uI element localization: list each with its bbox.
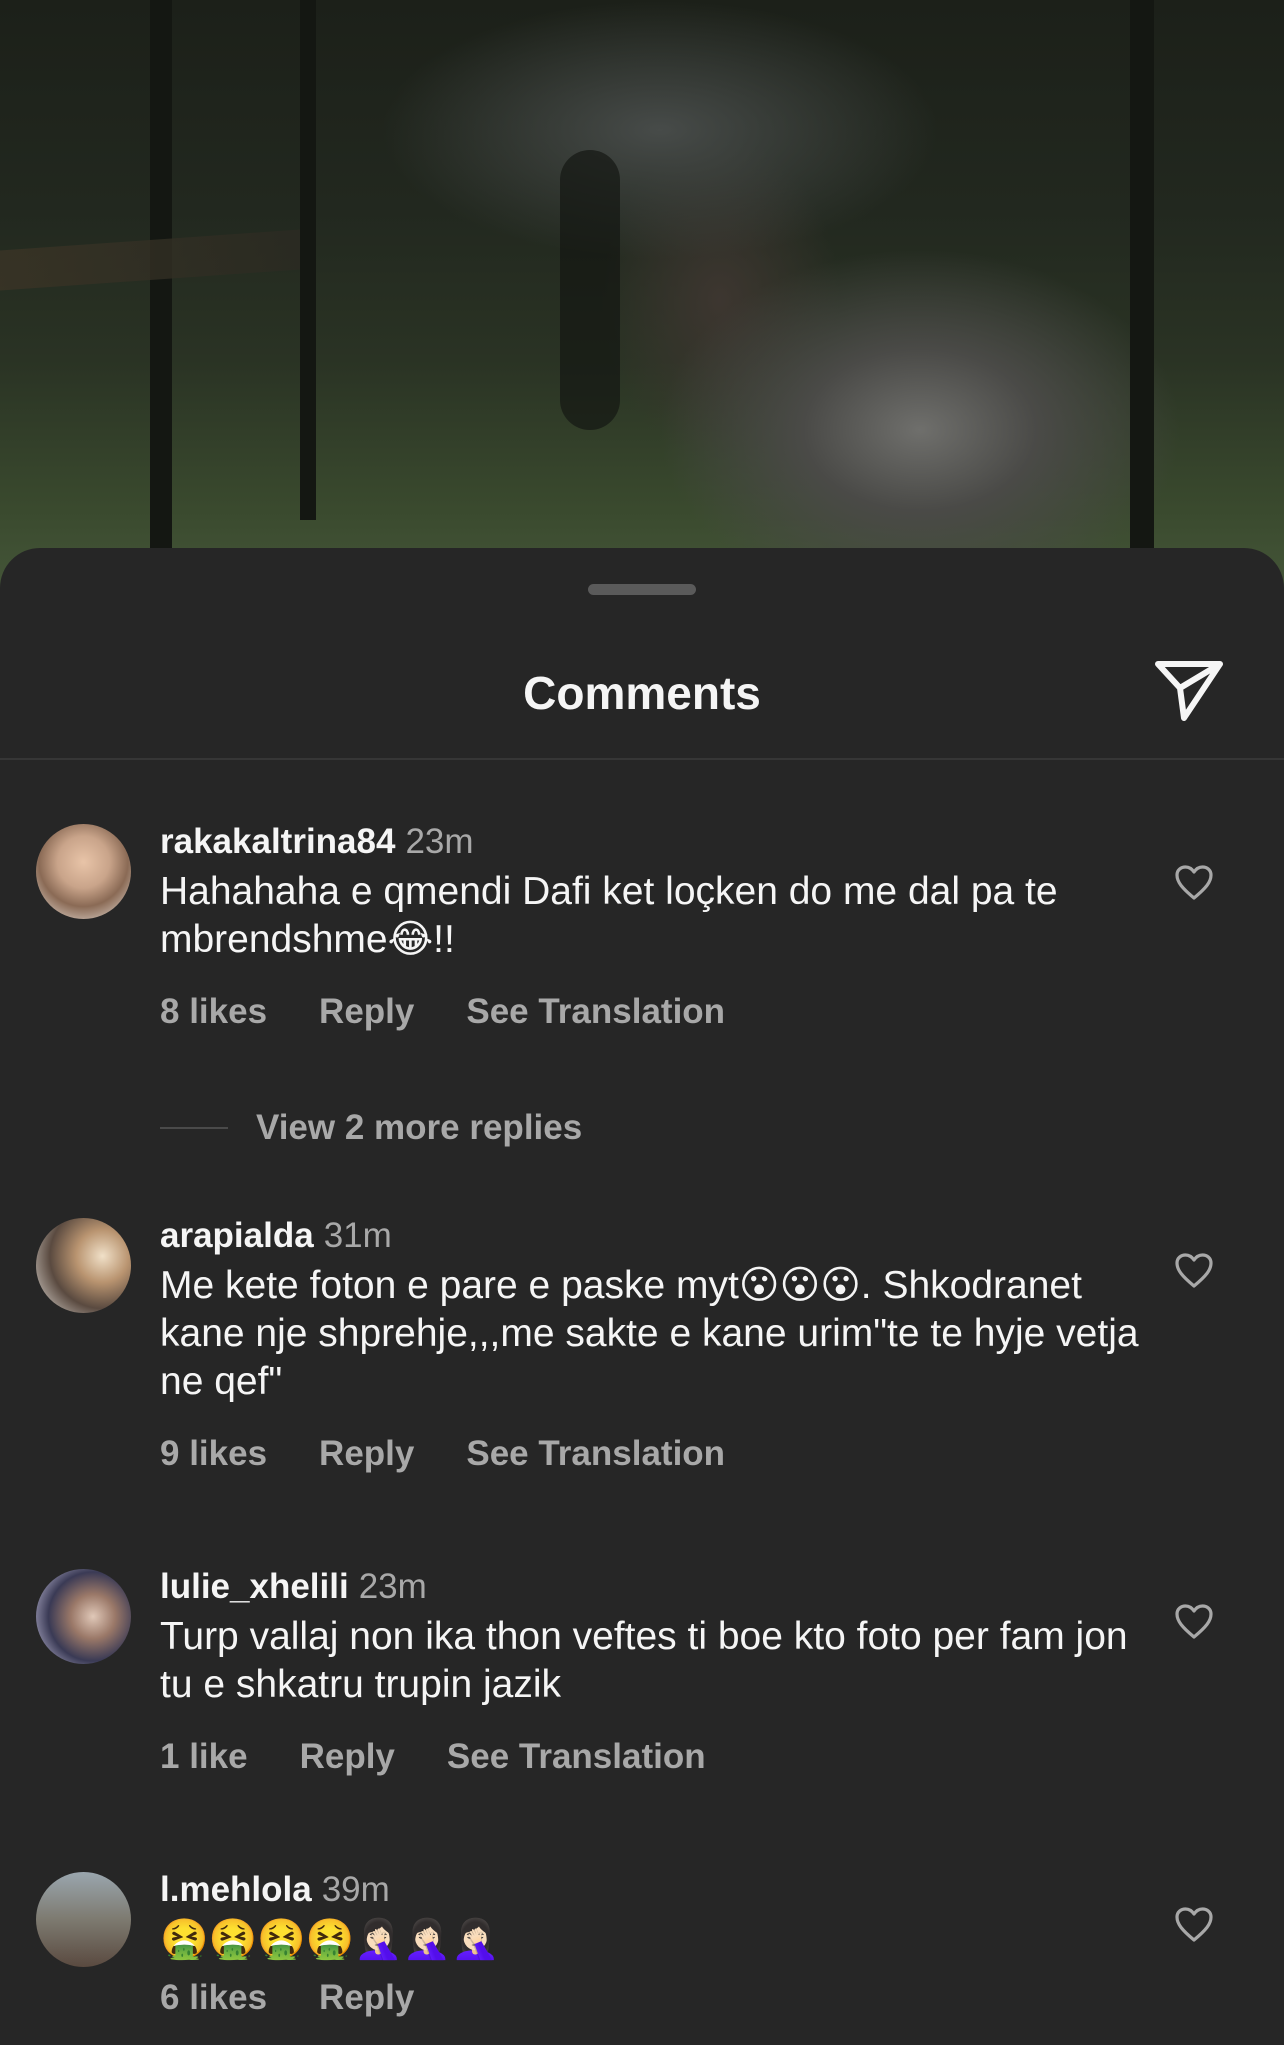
avatar[interactable] [36,1569,131,1664]
avatar[interactable] [36,1218,131,1313]
likes-count[interactable]: 9 likes [160,1434,267,1474]
likes-count[interactable]: 8 likes [160,992,267,1032]
see-translation-button[interactable]: See Translation [466,1434,725,1474]
reply-button[interactable]: Reply [319,1978,414,2018]
avatar[interactable] [36,824,131,919]
comment-text: Hahahaha e qmendi Dafi ket loçken do me … [160,870,1058,961]
comment-time: 23m [358,1567,427,1606]
heart-icon[interactable] [1174,1906,1214,1944]
post-image [0,0,1284,600]
see-translation-button[interactable]: See Translation [447,1737,706,1777]
heart-icon[interactable] [1174,1252,1214,1290]
likes-count[interactable]: 6 likes [160,1978,267,2018]
view-replies[interactable]: View 2 more replies [160,1108,582,1148]
comment-username[interactable]: arapialda [160,1216,314,1255]
sky-area [380,0,940,260]
avatar[interactable] [36,1872,131,1967]
comment-username[interactable]: l.mehlola [160,1870,312,1909]
comment-username[interactable]: lulie_xhelili [160,1567,349,1606]
comment-text: Turp vallaj non ika thon veftes ti boe k… [160,1615,1128,1706]
tree-trunk [300,0,316,520]
comment-text: Me kete foton e pare e paske myt😮😮😮. Shk… [160,1264,1139,1403]
drag-handle[interactable] [588,584,696,595]
comment-time: 39m [321,1870,390,1909]
view-replies-label[interactable]: View 2 more replies [256,1108,582,1148]
comment-time: 31m [323,1216,392,1255]
replies-divider [160,1127,228,1129]
reply-button[interactable]: Reply [300,1737,395,1777]
tree-trunk [150,0,172,560]
see-translation-button[interactable]: See Translation [466,992,725,1032]
paper-plane-icon[interactable] [1154,658,1224,722]
reply-button[interactable]: Reply [319,1434,414,1474]
header-divider [0,758,1284,760]
sheet-title: Comments [523,667,761,719]
comment-username[interactable]: rakakaltrina84 [160,822,395,861]
palm-tree [560,150,620,430]
tree-trunk [1130,0,1154,560]
likes-count[interactable]: 1 like [160,1737,248,1777]
heart-icon[interactable] [1174,864,1214,902]
comment-text: 🤮🤮🤮🤮🤦🏻‍♀️🤦🏻‍♀️🤦🏻‍♀️ [160,1918,500,1961]
heart-icon[interactable] [1174,1603,1214,1641]
reply-button[interactable]: Reply [319,992,414,1032]
comment-time: 23m [405,822,474,861]
